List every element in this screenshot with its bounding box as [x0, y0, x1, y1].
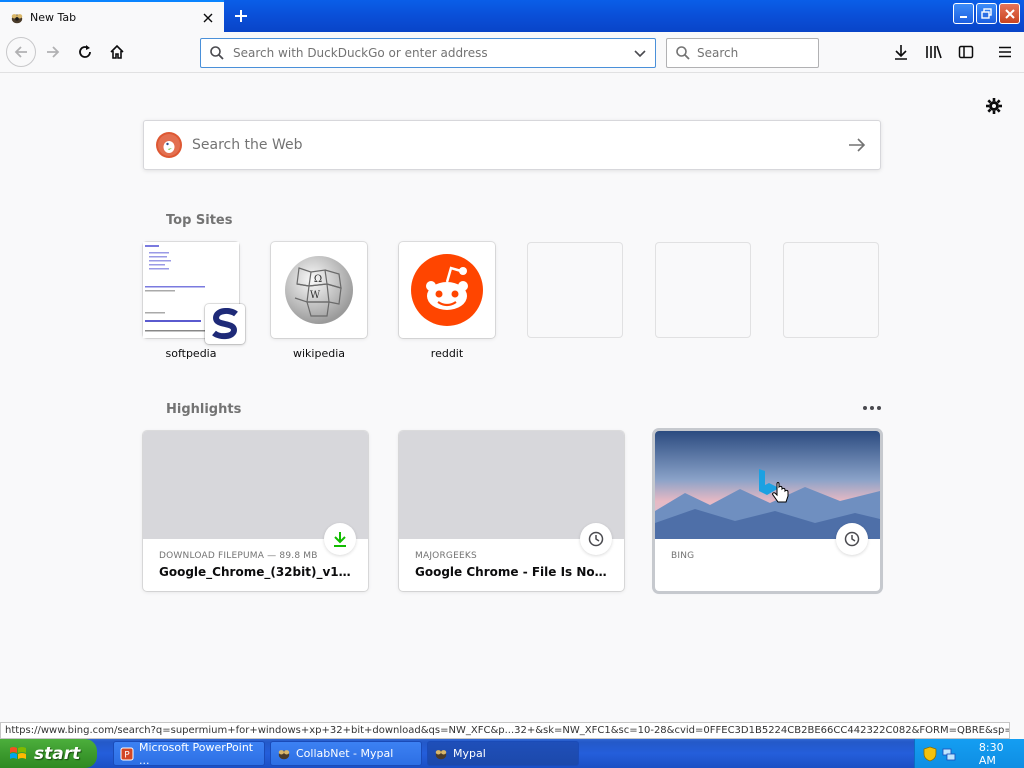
mypal-icon [435, 749, 447, 759]
windows-logo-icon [10, 746, 26, 759]
top-site-placeholder [527, 242, 623, 338]
gear-icon[interactable] [982, 94, 1006, 118]
forward-icon[interactable] [38, 37, 68, 67]
highlight-source: MAJORGEEKS [415, 551, 477, 561]
top-site-thumbnail [143, 242, 245, 344]
search-bar[interactable] [666, 38, 819, 68]
close-window-icon[interactable] [999, 3, 1020, 24]
start-label: start [34, 743, 81, 764]
security-shield-icon[interactable] [923, 746, 937, 762]
top-site-softpedia[interactable]: softpedia [143, 242, 245, 360]
taskbar-item-collabnet[interactable]: CollabNet - Mypal [270, 741, 422, 766]
address-bar[interactable] [200, 38, 656, 68]
mypal-favicon-icon [11, 13, 23, 23]
clock-icon [580, 523, 612, 555]
top-site-placeholder [655, 242, 751, 338]
softpedia-logo-icon [205, 304, 245, 344]
home-icon[interactable] [102, 37, 132, 67]
svg-text:W: W [310, 290, 321, 301]
close-tab-icon[interactable] [198, 8, 218, 28]
address-input[interactable] [233, 46, 633, 60]
downloads-icon[interactable] [887, 38, 915, 66]
tab-bar: New Tab [0, 0, 1024, 33]
chevron-down-icon[interactable] [633, 46, 647, 60]
clock-icon [836, 523, 868, 555]
highlight-card-bing[interactable]: BING [655, 431, 880, 591]
menu-icon[interactable] [991, 38, 1019, 66]
hand-cursor-icon [772, 482, 789, 503]
tab-new-tab[interactable]: New Tab [0, 0, 224, 33]
duckduckgo-icon [156, 132, 182, 158]
powerpoint-icon: P [120, 747, 134, 760]
top-site-label: reddit [430, 347, 464, 360]
restore-icon[interactable] [976, 3, 997, 24]
taskbar-item-label: CollabNet - Mypal [296, 747, 394, 760]
top-site-label: softpedia [165, 347, 217, 360]
clock: 8:30 AM [978, 740, 1004, 767]
search-icon [676, 46, 690, 60]
mypal-icon [278, 749, 290, 759]
tab-title: New Tab [30, 11, 77, 24]
download-icon [324, 523, 356, 555]
search-icon [210, 46, 224, 60]
top-site-label: wikipedia [292, 347, 345, 360]
top-site-reddit[interactable]: reddit [399, 242, 495, 360]
highlight-title: Google_Chrome_(32bit)_v115.0.... [159, 565, 355, 579]
highlights-heading: Highlights [166, 402, 242, 417]
new-tab-page: Top Sites softpedia [0, 74, 1024, 722]
library-icon[interactable] [920, 38, 948, 66]
highlight-card-majorgeeks[interactable]: MAJORGEEKS Google Chrome - File Is Not C… [399, 431, 624, 591]
web-search-input[interactable] [192, 137, 848, 153]
back-icon[interactable] [6, 37, 36, 67]
taskbar-item-label: Microsoft PowerPoint ... [139, 740, 254, 767]
status-bar-url: https://www.bing.com/search?q=supermium+… [0, 722, 1010, 739]
top-site-wikipedia[interactable]: Ω W wikipedia [271, 242, 367, 360]
search-input[interactable] [697, 46, 810, 60]
window-controls [953, 3, 1020, 24]
top-sites-heading: Top Sites [166, 213, 233, 228]
svg-text:Ω: Ω [314, 274, 322, 285]
top-site-thumbnail: Ω W [271, 242, 367, 338]
wikipedia-globe-icon: Ω W [285, 256, 353, 324]
arrow-right-icon[interactable] [848, 137, 866, 153]
top-site-empty [783, 242, 879, 338]
svg-text:P: P [124, 750, 130, 760]
taskbar-item-mypal[interactable]: Mypal [427, 741, 579, 766]
navigation-toolbar [0, 33, 1024, 73]
top-site-empty [655, 242, 751, 338]
taskbar-item-powerpoint[interactable]: P Microsoft PowerPoint ... [113, 740, 265, 767]
sidebar-icon[interactable] [952, 38, 980, 66]
new-tab-icon[interactable] [228, 4, 254, 28]
reddit-logo-icon [411, 254, 483, 326]
taskbar-item-label: Mypal [453, 747, 486, 760]
minimize-icon[interactable] [953, 3, 974, 24]
top-site-thumbnail [399, 242, 495, 338]
highlight-card-download[interactable]: DOWNLOAD FILEPUMA — 89.8 MB Google_Chrom… [143, 431, 368, 591]
top-site-empty [527, 242, 623, 338]
highlight-title: Google Chrome - File Is Not Com... [415, 565, 611, 579]
system-tray: 8:30 AM [914, 739, 1024, 768]
network-icon[interactable] [941, 746, 957, 762]
highlight-source: BING [671, 551, 695, 561]
highlight-source: DOWNLOAD FILEPUMA — 89.8 MB [159, 551, 318, 561]
web-search-box[interactable] [143, 120, 881, 170]
start-button[interactable]: start [0, 739, 97, 768]
windows-taskbar: start P Microsoft PowerPoint ... CollabN… [0, 739, 1024, 768]
reload-icon[interactable] [70, 37, 100, 67]
top-site-placeholder [783, 242, 879, 338]
more-options-icon[interactable] [862, 400, 882, 416]
